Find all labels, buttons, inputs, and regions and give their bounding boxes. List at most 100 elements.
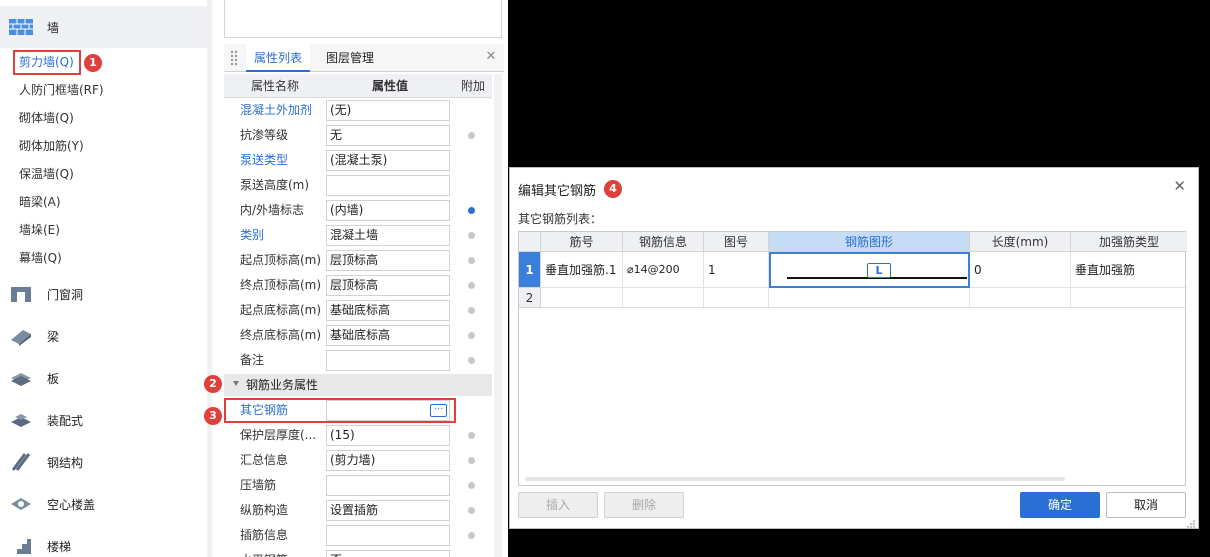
extra-marker-icon[interactable] <box>468 232 475 239</box>
column-header-name: 属性名称 <box>250 79 299 93</box>
property-value-field[interactable] <box>326 475 450 496</box>
property-value-field[interactable]: 基础底标高 <box>326 300 450 321</box>
extra-marker-icon[interactable] <box>468 132 475 139</box>
extra-marker-icon[interactable] <box>468 432 475 439</box>
hollow-floor-icon <box>8 493 34 515</box>
insert-button[interactable]: 插入 <box>518 492 598 518</box>
grid-cell[interactable] <box>704 288 769 308</box>
extra-marker-icon[interactable] <box>468 282 475 289</box>
category-wall[interactable]: 墙 <box>0 6 207 48</box>
grid-cell[interactable] <box>541 288 623 308</box>
column-header: 图号 <box>704 232 769 252</box>
category-label: 墙 <box>47 20 60 35</box>
extra-marker-icon[interactable] <box>468 332 475 339</box>
property-row[interactable]: 泵送类型 (混凝土泵) <box>224 148 492 173</box>
property-scrollbar[interactable] <box>494 74 502 557</box>
grid-cell-bar-shape[interactable]: L <box>769 252 970 288</box>
extra-marker-icon[interactable] <box>468 257 475 264</box>
step-badge: 3 <box>204 407 222 425</box>
category-hollow-floor[interactable]: 空心楼盖 <box>0 483 207 525</box>
close-icon[interactable]: ✕ <box>1173 179 1186 194</box>
grid-cell[interactable] <box>769 288 970 308</box>
tab-property-list[interactable]: 属性列表 <box>246 44 311 72</box>
grid-cell-figure-no[interactable]: 1 <box>704 252 769 288</box>
property-row[interactable]: 保护层厚度(... (15) <box>224 423 492 448</box>
property-value-field[interactable]: (15) <box>326 425 450 446</box>
collapse-arrow-icon[interactable] <box>233 381 239 386</box>
row-number[interactable]: 2 <box>519 288 541 308</box>
category-door-window[interactable]: 门窗洞 <box>0 273 207 315</box>
grid-cell-bar-name[interactable]: 垂直加强筋.1 <box>541 252 623 288</box>
group-rebar-properties[interactable]: 钢筋业务属性 <box>224 374 492 396</box>
property-value-field[interactable]: 无 <box>326 125 450 146</box>
category-beam[interactable]: 梁 <box>0 315 207 357</box>
property-value-field[interactable] <box>326 350 450 371</box>
extra-marker-icon[interactable] <box>468 457 475 464</box>
category-steel-structure[interactable]: 钢结构 <box>0 441 207 483</box>
grid-scrollbar[interactable] <box>525 477 1065 481</box>
sidebar-item-insulation-wall[interactable]: 保温墙(Q) <box>19 165 74 183</box>
property-row[interactable]: 纵筋构造 设置插筋 <box>224 498 492 523</box>
category-stair[interactable]: 楼梯 <box>0 525 207 557</box>
extra-marker-icon[interactable] <box>468 532 475 539</box>
property-row[interactable]: 起点底标高(m) 基础底标高 <box>224 298 492 323</box>
grid-cell-length[interactable]: 0 <box>970 252 1071 288</box>
sidebar-item-curtain-wall[interactable]: 幕墙(Q) <box>19 249 62 267</box>
category-slab[interactable]: 板 <box>0 357 207 399</box>
grid-cell-bar-info[interactable]: ⌀14@200 <box>623 252 704 288</box>
sidebar-item-masonry-rebar[interactable]: 砌体加筋(Y) <box>19 137 84 155</box>
sidebar-item-hidden-beam[interactable]: 暗梁(A) <box>19 193 61 211</box>
grid-cell-rebar-type[interactable]: 垂直加强筋 <box>1071 252 1187 288</box>
sidebar-item-wall-pier[interactable]: 墙垛(E) <box>19 221 60 239</box>
property-value-field[interactable]: 否 <box>326 550 450 557</box>
property-row[interactable]: 汇总信息 (剪力墙) <box>224 448 492 473</box>
property-value-field[interactable]: 基础底标高 <box>326 325 450 346</box>
close-icon[interactable]: ✕ <box>484 50 498 64</box>
property-value-field[interactable]: (混凝土泵) <box>326 150 450 171</box>
extra-marker-icon[interactable] <box>468 207 475 214</box>
cancel-button[interactable]: 取消 <box>1106 492 1186 518</box>
prefab-icon <box>8 409 34 431</box>
delete-button[interactable]: 删除 <box>604 492 684 518</box>
tab-layer-management[interactable]: 图层管理 <box>318 44 382 72</box>
sidebar-item-civil-defense-wall[interactable]: 人防门框墙(RF) <box>19 81 104 99</box>
property-name: 抗渗等级 <box>240 128 289 142</box>
property-row[interactable]: 内/外墙标志 (内墙) <box>224 198 492 223</box>
drag-grip-icon[interactable] <box>230 50 238 66</box>
shape-length-field[interactable]: L <box>867 263 891 278</box>
resize-grip-icon[interactable] <box>1187 517 1195 528</box>
extra-marker-icon[interactable] <box>468 357 475 364</box>
panel-gap <box>212 0 224 557</box>
property-row[interactable]: 插筋信息 <box>224 523 492 548</box>
property-row[interactable]: 水平钢筋... 否 <box>224 548 492 557</box>
property-value-field[interactable]: 混凝土墙 <box>326 225 450 246</box>
grid-cell[interactable] <box>623 288 704 308</box>
ok-button[interactable]: 确定 <box>1020 492 1100 518</box>
property-row[interactable]: 混凝土外加剂 (无) <box>224 98 492 123</box>
grid-cell[interactable] <box>1071 288 1187 308</box>
category-prefab[interactable]: 装配式 <box>0 399 207 441</box>
property-row[interactable]: 起点顶标高(m) 层顶标高 <box>224 248 492 273</box>
extra-marker-icon[interactable] <box>468 507 475 514</box>
property-value-field[interactable] <box>326 175 450 196</box>
property-row[interactable]: 压墙筋 <box>224 473 492 498</box>
sidebar-item-masonry-wall[interactable]: 砌体墙(Q) <box>19 109 74 127</box>
extra-marker-icon[interactable] <box>468 307 475 314</box>
property-value-field[interactable]: (无) <box>326 100 450 121</box>
property-value-field[interactable]: 设置插筋 <box>326 500 450 521</box>
property-value-field[interactable]: 层顶标高 <box>326 275 450 296</box>
property-value-field[interactable]: (剪力墙) <box>326 450 450 471</box>
property-row[interactable]: 类别 混凝土墙 <box>224 223 492 248</box>
more-options-button[interactable]: ··· <box>430 404 447 417</box>
property-value-field[interactable]: 层顶标高 <box>326 250 450 271</box>
grid-cell[interactable] <box>970 288 1071 308</box>
property-row[interactable]: 终点顶标高(m) 层顶标高 <box>224 273 492 298</box>
property-value-field[interactable] <box>326 525 450 546</box>
extra-marker-icon[interactable] <box>468 482 475 489</box>
property-row[interactable]: 泵送高度(m) <box>224 173 492 198</box>
property-row[interactable]: 终点底标高(m) 基础底标高 <box>224 323 492 348</box>
row-number[interactable]: 1 <box>519 252 541 288</box>
property-value-field[interactable]: (内墙) <box>326 200 450 221</box>
property-row[interactable]: 备注 <box>224 348 492 373</box>
property-row[interactable]: 抗渗等级 无 <box>224 123 492 148</box>
